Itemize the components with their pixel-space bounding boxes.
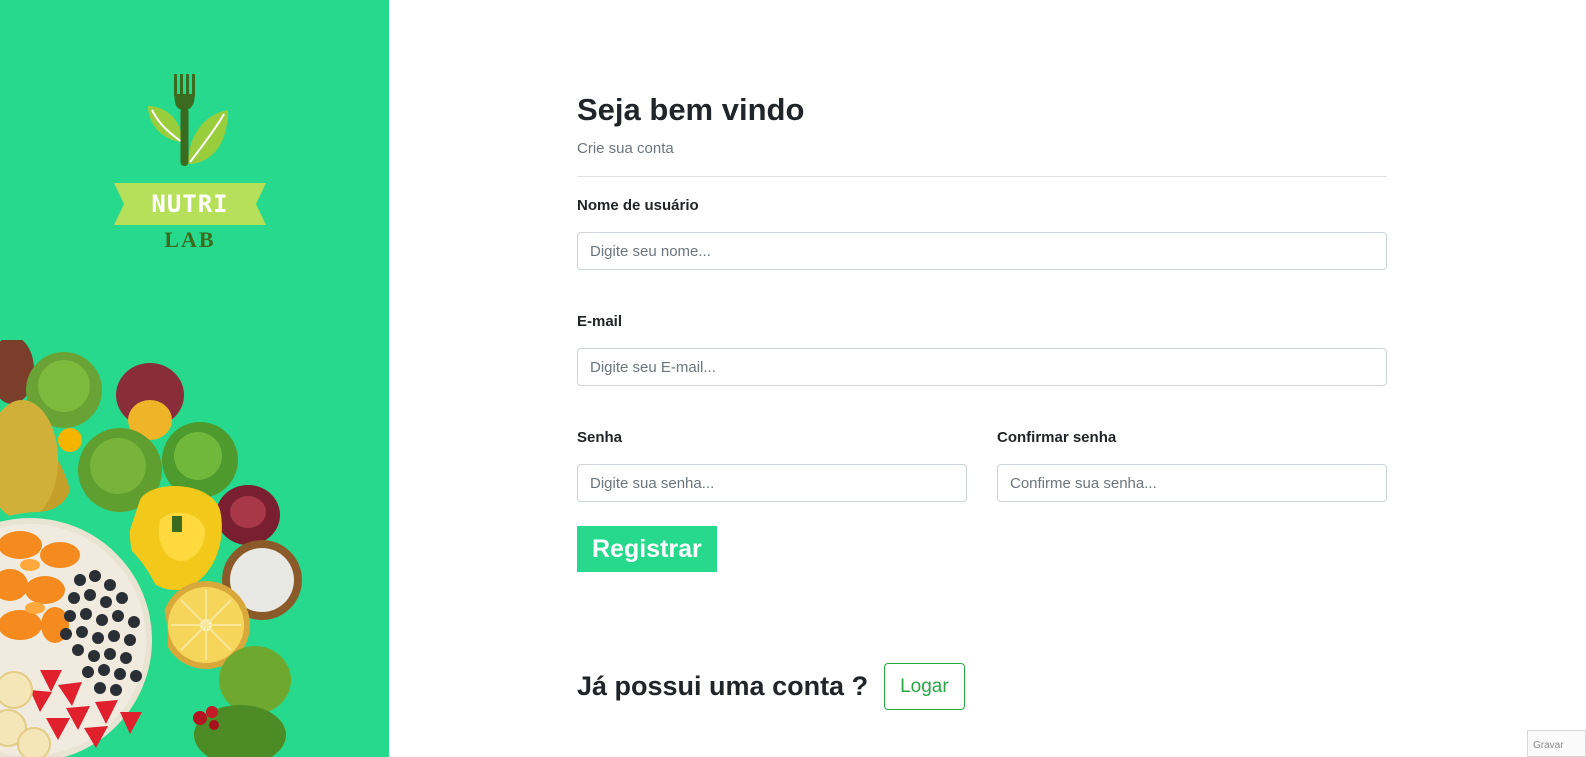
confirm-password-group: Confirmar senha: [997, 428, 1387, 502]
password-input[interactable]: [577, 464, 967, 502]
password-label: Senha: [577, 429, 623, 446]
password-row: Senha Confirmar senha: [577, 428, 1387, 502]
fruits-vegetables-image: [0, 340, 302, 757]
confirm-password-input[interactable]: [997, 464, 1387, 502]
password-group: Senha: [577, 428, 967, 502]
page-subtitle: Crie sua conta: [577, 140, 674, 157]
brand-panel: NUTRI LAB: [0, 0, 389, 757]
login-prompt: Já possui uma conta ? Logar: [577, 663, 965, 710]
login-question: Já possui uma conta ?: [577, 671, 869, 701]
email-label: E-mail: [577, 313, 623, 330]
confirm-password-label: Confirmar senha: [997, 429, 1117, 446]
email-group: E-mail: [577, 312, 1387, 386]
login-button[interactable]: Logar: [884, 663, 965, 710]
email-input[interactable]: [577, 348, 1387, 386]
logo-text-nutri: NUTRI: [151, 190, 229, 218]
username-label: Nome de usuário: [577, 197, 699, 214]
divider: [577, 176, 1387, 177]
logo-text-lab: LAB: [164, 227, 216, 252]
register-form: Seja bem vindo Crie sua conta Nome de us…: [577, 90, 1387, 572]
register-button[interactable]: Registrar: [577, 526, 717, 572]
record-badge[interactable]: Gravar: [1527, 730, 1586, 757]
nutrilab-logo: NUTRI LAB: [100, 70, 280, 260]
username-group: Nome de usuário: [577, 196, 1387, 270]
username-input[interactable]: [577, 232, 1387, 270]
page-title: Seja bem vindo: [577, 92, 805, 127]
